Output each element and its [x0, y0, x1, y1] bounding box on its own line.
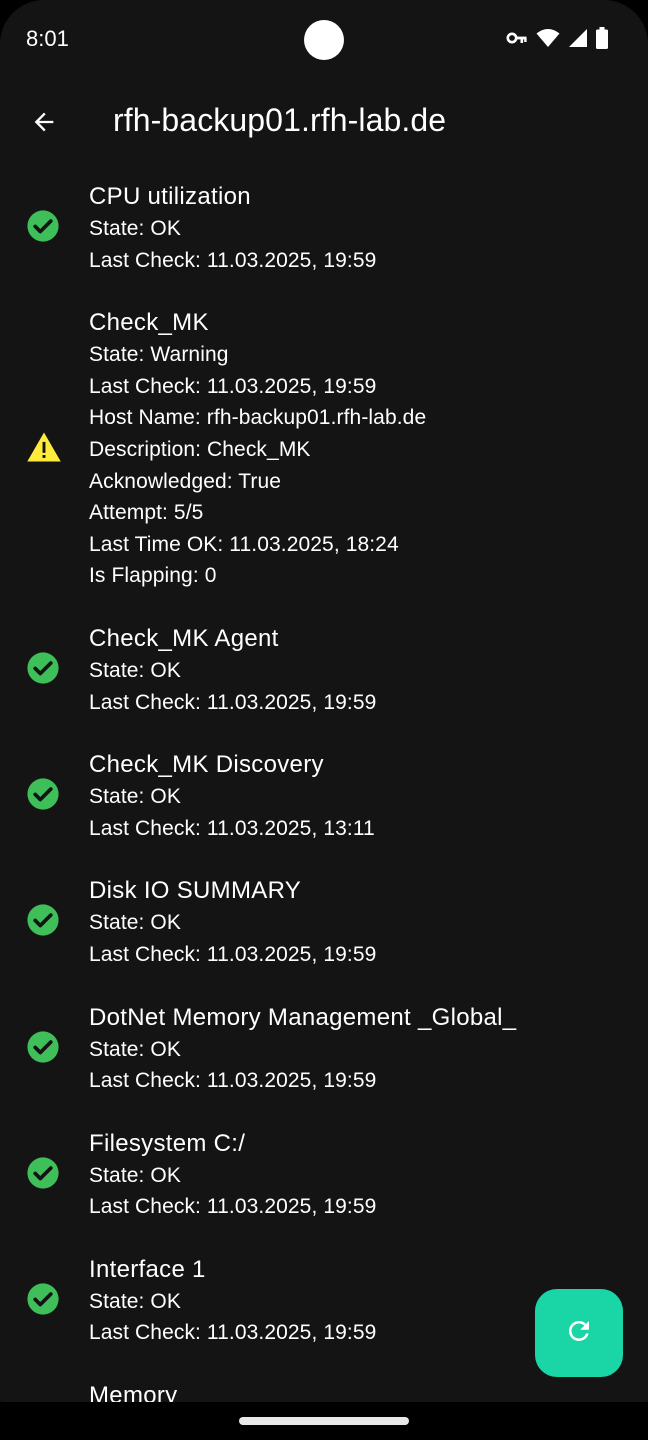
- service-detail-line: Description: Check_MK: [89, 437, 311, 461]
- service-list[interactable]: CPU utilization State: OK Last Check: 11.0…: [0, 168, 648, 1402]
- vpn-key-icon: [506, 31, 528, 50]
- service-detail-line: State: OK: [89, 217, 181, 240]
- service-detail-line: Last Time OK: 11.03.2025, 18:24: [89, 532, 399, 556]
- status-icon-wrap: [0, 777, 89, 816]
- list-item[interactable]: Check_MK Discovery State: OK Last Check: 1…: [0, 736, 648, 862]
- app-bar: rfh-backup01.rfh-lab.de: [0, 80, 648, 168]
- service-details: Check_MK State: Warning Last Check: 11.03.…: [89, 307, 648, 592]
- service-detail-line: Is Flapping: 0: [89, 564, 217, 588]
- service-details: Filesystem C:/ State: OK Last Check: 11.03…: [89, 1128, 648, 1223]
- service-detail-line: State: OK: [89, 658, 181, 682]
- service-detail-line: Last Check: 11.03.2025, 19:59: [89, 690, 377, 714]
- check-circle-icon: [26, 209, 60, 248]
- list-item[interactable]: Disk IO SUMMARY State: OK Last Check: 11.0…: [0, 862, 648, 988]
- service-detail-line: Last Check: 11.03.2025, 13:11: [89, 816, 375, 840]
- status-bar: 8:01: [0, 0, 648, 80]
- warning-icon: [26, 431, 62, 468]
- refresh-icon: [564, 1316, 594, 1351]
- refresh-button[interactable]: [535, 1289, 623, 1377]
- status-time: 8:01: [26, 26, 69, 51]
- service-detail-line: Acknowledged: True: [89, 469, 282, 493]
- list-item[interactable]: CPU utilization State: OK Last Check: 11.0…: [0, 168, 648, 294]
- service-details: Disk IO SUMMARY State: OK Last Check: 11.0…: [89, 875, 648, 970]
- service-title: Memory: [89, 1382, 178, 1402]
- signal-icon: [568, 28, 588, 53]
- list-item[interactable]: Filesystem C:/ State: OK Last Check: 11.03…: [0, 1115, 648, 1241]
- service-detail-line: Last Check: 11.03.2025, 19:59: [89, 374, 377, 398]
- service-title: Interface 1: [89, 1255, 206, 1283]
- check-circle-icon: [26, 1156, 60, 1195]
- service-details: Check_MK Discovery State: OK Last Check: 1…: [89, 749, 648, 844]
- list-item[interactable]: Check_MK Agent State: OK Last Check: 11.03…: [0, 610, 648, 736]
- service-details: CPU utilization State: OK Last Check: 11.0…: [89, 181, 648, 276]
- status-icon-wrap: [0, 1282, 89, 1321]
- service-title: Check_MK: [89, 309, 209, 337]
- service-detail-line: State: OK: [89, 911, 181, 935]
- camera-cutout: [304, 20, 344, 60]
- service-title: Disk IO SUMMARY: [89, 877, 302, 905]
- check-circle-icon: [26, 651, 60, 690]
- screen: 8:01 rfh-backup01.rfh-lab.de CPU utiliza…: [0, 0, 648, 1440]
- status-icon-wrap: [0, 903, 89, 942]
- status-icon-wrap: [0, 651, 89, 690]
- status-icon-wrap: [0, 209, 89, 248]
- home-gesture-handle[interactable]: [239, 1417, 409, 1425]
- list-item[interactable]: Check_MK State: Warning Last Check: 11.03.…: [0, 294, 648, 610]
- back-button[interactable]: [22, 102, 66, 146]
- service-title: Filesystem C:/: [89, 1129, 246, 1157]
- service-detail-line: Last Check: 11.03.2025, 19:59: [89, 1069, 377, 1093]
- service-detail-line: Last Check: 11.03.2025, 19:59: [89, 248, 377, 272]
- check-circle-icon: [26, 903, 60, 942]
- service-detail-line: State: Warning: [89, 343, 229, 367]
- service-detail-line: State: OK: [89, 1163, 181, 1187]
- service-detail-line: State: OK: [89, 1037, 181, 1061]
- service-detail-line: Last Check: 11.03.2025, 19:59: [89, 1195, 377, 1219]
- service-detail-line: State: OK: [89, 785, 181, 809]
- service-details: Check_MK Agent State: OK Last Check: 11.03…: [89, 623, 648, 718]
- navigation-bar: [0, 1402, 648, 1440]
- service-title: Check_MK Agent: [89, 624, 279, 652]
- battery-icon: [596, 26, 608, 54]
- service-detail-line: Host Name: rfh-backup01.rfh-lab.de: [89, 406, 427, 430]
- status-icon-wrap: [0, 431, 89, 468]
- service-title: Check_MK Discovery: [89, 751, 324, 779]
- service-details: DotNet Memory Management _Global_ State: …: [89, 1002, 648, 1097]
- arrow-left-icon: [30, 108, 58, 141]
- status-icons: [506, 26, 608, 54]
- page-title: rfh-backup01.rfh-lab.de: [113, 102, 447, 138]
- check-circle-icon: [26, 777, 60, 816]
- service-detail-line: Attempt: 5/5: [89, 501, 204, 525]
- status-icon-wrap: [0, 1156, 89, 1195]
- service-title: DotNet Memory Management _Global_: [89, 1003, 517, 1031]
- service-title: CPU utilization: [89, 183, 251, 210]
- status-icon-wrap: [0, 1030, 89, 1069]
- check-circle-icon: [26, 1030, 60, 1069]
- service-detail-line: Last Check: 11.03.2025, 19:59: [89, 942, 377, 966]
- wifi-icon: [536, 28, 560, 53]
- list-item[interactable]: DotNet Memory Management _Global_ State: …: [0, 989, 648, 1115]
- check-circle-icon: [26, 1282, 60, 1321]
- service-details: MemoryState: OKLast Check: 11.03.2025, 1…: [89, 1380, 648, 1402]
